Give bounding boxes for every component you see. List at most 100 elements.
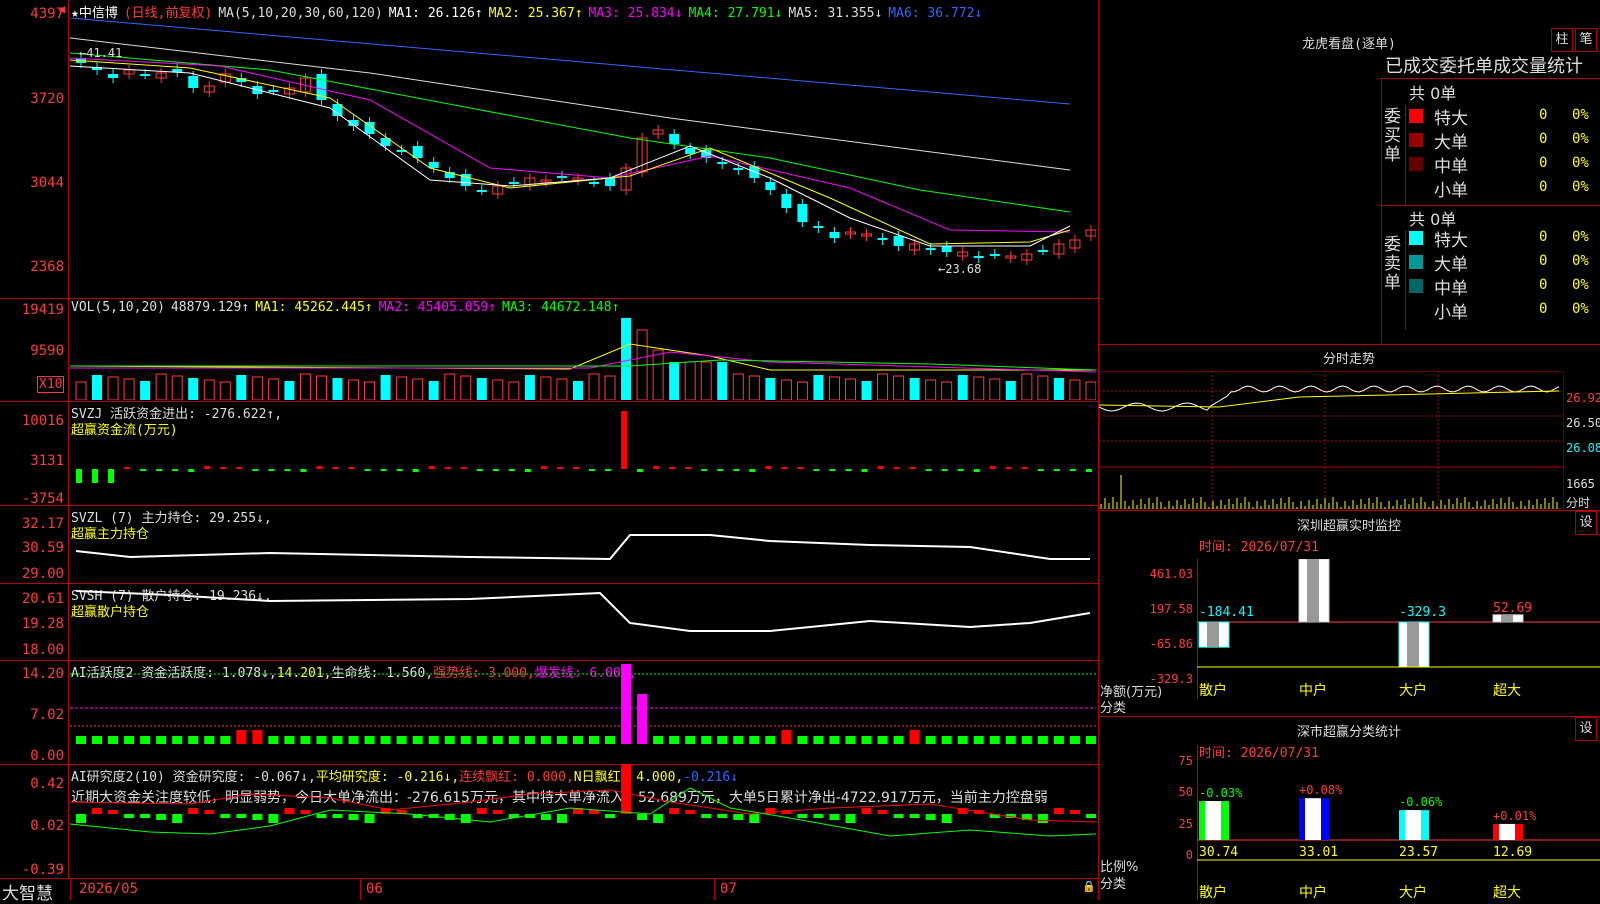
svzj-bar bbox=[188, 469, 195, 472]
bar-mode-button[interactable]: 柱 bbox=[1551, 28, 1573, 52]
svzj-bar bbox=[348, 467, 355, 469]
volume-bar bbox=[717, 362, 728, 400]
sz-monitor-panel[interactable]: 深圳超赢实时监控 设 时间: 2026/07/31 461.03 197.58 … bbox=[1099, 511, 1600, 717]
sell-row-swatch bbox=[1409, 303, 1423, 317]
sz-monitor-value: 461.03 bbox=[1299, 559, 1346, 560]
buy-row-swatch bbox=[1409, 181, 1423, 195]
volume-bar bbox=[556, 378, 568, 400]
activity-bar bbox=[877, 736, 888, 744]
candle-body bbox=[556, 176, 567, 178]
candle-panel[interactable]: 4397 3720 3044 2368 ◀ ★中信博 (日线,前复权) MA(5,1… bbox=[0, 0, 1098, 299]
svzj-bar bbox=[540, 466, 547, 469]
candlestick-chart[interactable] bbox=[70, 18, 1096, 296]
buy-row-pct: 0% bbox=[1572, 179, 1589, 195]
volume-bar bbox=[989, 378, 1001, 400]
volume-bar bbox=[572, 381, 583, 400]
sz-monitor-category: 超大 bbox=[1493, 683, 1521, 699]
sz-class-bar-shade bbox=[1305, 798, 1321, 840]
volume-bar bbox=[588, 373, 600, 400]
intraday-frame bbox=[1099, 371, 1564, 509]
svzl-chart[interactable] bbox=[70, 505, 1096, 582]
candle-body bbox=[925, 248, 936, 250]
activity-bar bbox=[252, 730, 263, 744]
svzj-bar bbox=[1069, 469, 1076, 471]
candle-body bbox=[685, 148, 696, 154]
svzj-bar bbox=[204, 466, 211, 469]
ai-activity-chart[interactable] bbox=[70, 660, 1096, 763]
research-bar bbox=[460, 814, 471, 823]
candle-body bbox=[781, 194, 792, 208]
activity-bar bbox=[605, 736, 616, 744]
ma-line bbox=[70, 65, 1071, 247]
research-bar bbox=[1069, 810, 1080, 814]
svzj-bar bbox=[108, 469, 115, 483]
volume-bar bbox=[284, 381, 295, 400]
activity-bar bbox=[220, 736, 231, 744]
ai-activity-panel[interactable]: 14.20 7.02 0.00 AI活跃度2 资金活跃度: 1.078↓,14.… bbox=[0, 660, 1098, 765]
activity-bar bbox=[1069, 736, 1080, 744]
ai-research-chart[interactable] bbox=[70, 764, 1096, 877]
volume-bar bbox=[396, 376, 408, 400]
intraday-title: 分时走势 bbox=[1322, 352, 1375, 367]
sz-monitor-time: 时间: 2026/07/31 bbox=[1199, 540, 1319, 555]
tick-mode-button[interactable]: 笔 bbox=[1575, 28, 1597, 52]
volume-unit: X10 bbox=[37, 376, 65, 393]
volume-bar bbox=[1021, 373, 1033, 400]
ai-research-tick: 0.42 bbox=[30, 776, 64, 792]
buy-row-pct: 0% bbox=[1572, 155, 1589, 171]
brand-label[interactable]: 大智慧 bbox=[2, 879, 53, 904]
svzj-bar bbox=[605, 469, 612, 471]
candle-body bbox=[813, 226, 824, 228]
svzl-panel[interactable]: 32.17 30.59 29.00 SVZL (7) 主力持仓: 29.255↓… bbox=[0, 505, 1098, 584]
sz-class-settings-button[interactable]: 设 bbox=[1575, 717, 1597, 741]
svzj-bar bbox=[1085, 469, 1092, 472]
svsh-chart[interactable] bbox=[70, 583, 1096, 659]
volume-bar bbox=[909, 378, 920, 400]
research-bar bbox=[653, 814, 664, 823]
sz-class-category: 散户 bbox=[1199, 884, 1227, 900]
volume-bar bbox=[1069, 379, 1081, 400]
svzj-bar bbox=[300, 469, 307, 472]
volume-bar bbox=[364, 381, 376, 400]
longhu-tabs[interactable]: 已成交委托单成交量统计 bbox=[1385, 52, 1600, 78]
svzj-bar bbox=[268, 469, 275, 471]
volume-bar bbox=[877, 373, 889, 400]
volume-bar bbox=[299, 373, 311, 400]
intraday-panel[interactable]: 分时走势 26.92 26.50 26.08 1665 分时 bbox=[1099, 345, 1600, 511]
volume-axis: 19419 9590 X10 bbox=[0, 298, 69, 401]
svzj-bar bbox=[460, 467, 467, 469]
intraday-tick: 26.08 bbox=[1566, 441, 1600, 455]
sz-class-chart[interactable]: -0.03% 30.74 散户 +0.08% 33.01 中户 -0.06% 23.57 大户 +… bbox=[1197, 745, 1600, 900]
candle-body bbox=[717, 162, 728, 164]
ai-research-panel[interactable]: 0.42 0.02 -0.39 AI研究度2(10) 资金研究度: -0.067… bbox=[0, 764, 1098, 879]
research-bar bbox=[316, 814, 327, 818]
svzj-chart[interactable] bbox=[70, 401, 1096, 504]
ai-research-axis: 0.42 0.02 -0.39 bbox=[0, 764, 69, 878]
research-bar bbox=[829, 814, 840, 820]
sz-monitor-chart[interactable]: -184.41 散户 461.03 中户 -329.3 大户 52.69 超大 bbox=[1197, 559, 1600, 699]
longhu-panel[interactable]: 龙虎看盘(逐单) 柱 笔 已成交委托单成交量统计 共 0单 委买单 特大 0 0% 大… bbox=[1099, 0, 1600, 345]
buy-row-label: 特大 bbox=[1434, 109, 1468, 129]
svsh-panel[interactable]: 20.61 19.28 18.00 SVSH (7) 散户持仓: 19.236↓… bbox=[0, 583, 1098, 661]
intraday-chart[interactable] bbox=[1099, 371, 1564, 509]
sz-monitor-settings-button[interactable]: 设 bbox=[1575, 511, 1597, 535]
svzj-bar bbox=[589, 469, 595, 471]
activity-bar bbox=[1005, 736, 1016, 744]
volume-bar bbox=[444, 373, 456, 400]
research-bar bbox=[300, 810, 311, 814]
svzj-bar bbox=[797, 467, 804, 469]
sz-class-value: 30.74 bbox=[1199, 845, 1238, 860]
volume-bar bbox=[75, 381, 87, 400]
research-bar bbox=[589, 810, 599, 814]
svzj-panel[interactable]: 10016 3131 -3754 SVZJ 活跃资金进出: -276.622↑,… bbox=[0, 401, 1098, 507]
price-tick: 2368 bbox=[30, 259, 64, 275]
activity-bar bbox=[156, 736, 167, 744]
intraday-tick: 26.92 bbox=[1566, 391, 1600, 405]
ma-line bbox=[70, 18, 1071, 105]
lock-icon[interactable]: 🔒 bbox=[1082, 880, 1096, 893]
arrow-left-icon[interactable]: ◀ bbox=[58, 2, 65, 16]
volume-chart[interactable] bbox=[70, 314, 1096, 400]
activity-bar bbox=[204, 736, 215, 744]
volume-panel[interactable]: 19419 9590 X10 VOL(5,10,20) 48879.129↑ MA1… bbox=[0, 298, 1098, 402]
sz-class-panel[interactable]: 深市超赢分类统计 设 时间: 2026/07/31 75 50 25 0 比例%… bbox=[1099, 717, 1600, 900]
